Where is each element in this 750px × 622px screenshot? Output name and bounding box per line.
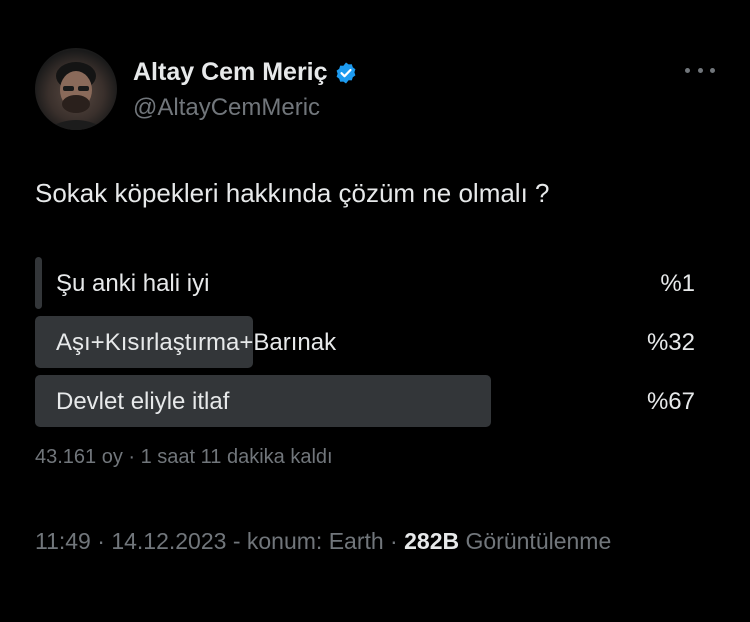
tweet-header: Altay Cem Meriç @AltayCemMeric [35, 48, 715, 130]
poll-option: Devlet eliyle itlaf %67 [35, 375, 695, 427]
tweet-date[interactable]: 14.12.2023 [111, 528, 226, 554]
more-options-icon[interactable] [685, 60, 715, 80]
poll-option: Aşı+Kısırlaştırma+Barınak %32 [35, 316, 695, 368]
poll-option-label: Aşı+Kısırlaştırma+Barınak [56, 329, 337, 356]
verified-badge-icon [334, 61, 358, 85]
poll-option-percent: %32 [646, 329, 695, 356]
tweet-footer: 11:49 · 14.12.2023 - konum: Earth · 282B… [35, 528, 611, 555]
poll-option-label: Şu anki hali iyi [56, 270, 210, 297]
tweet-text: Sokak köpekleri hakkında çözüm ne olmalı… [35, 178, 550, 208]
author-name[interactable]: Altay Cem Meriç [133, 58, 328, 87]
poll-option-percent: %1 [660, 270, 695, 297]
separator: · [90, 528, 112, 554]
poll-option: Şu anki hali iyi %1 [35, 257, 695, 309]
author-handle[interactable]: @AltayCemMeric [133, 94, 320, 122]
poll: Şu anki hali iyi %1 Aşı+Kısırlaştırma+Ba… [35, 257, 695, 434]
poll-option-bar [35, 257, 42, 309]
author-name-row[interactable]: Altay Cem Meriç [133, 58, 358, 87]
separator: · [383, 528, 405, 554]
tweet-time[interactable]: 11:49 [35, 528, 91, 554]
poll-option-label: Devlet eliyle itlaf [56, 388, 230, 415]
avatar[interactable] [35, 48, 117, 130]
views-count: 282B [404, 528, 460, 554]
poll-option-percent: %67 [646, 388, 695, 415]
tweet-location: - konum: Earth [226, 528, 384, 554]
views-label: Görüntülenme [459, 528, 612, 554]
avatar-image [45, 62, 107, 130]
poll-meta: 43.161 oy · 1 saat 11 dakika kaldı [35, 446, 333, 468]
